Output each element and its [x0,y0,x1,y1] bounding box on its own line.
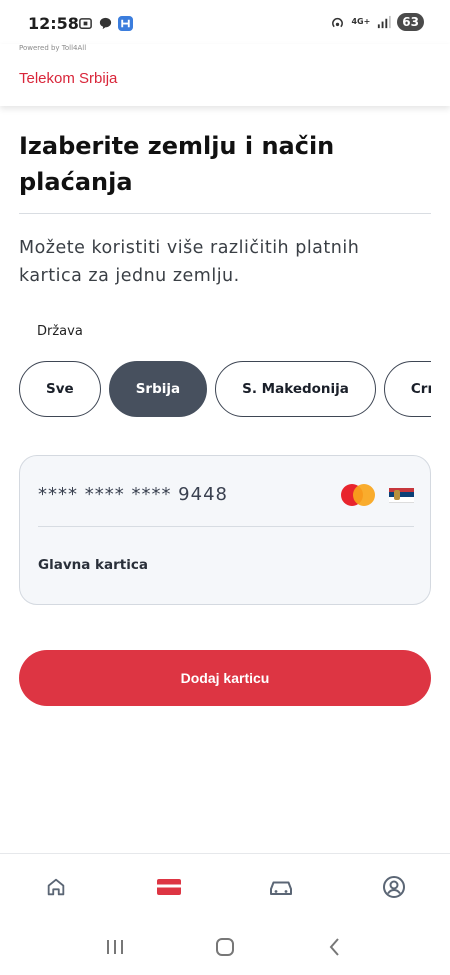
home-square-icon [216,938,234,956]
screenshot-icon [79,18,92,29]
country-label: Država [37,324,83,339]
network-type: 4G+ [351,17,371,26]
card-icon [156,878,181,895]
payment-card[interactable]: **** **** **** 9448 Glavna kartica [19,455,431,605]
nav-cards[interactable] [139,862,199,912]
nav-vehicles[interactable] [251,862,311,912]
recents-icon [107,940,123,954]
country-chips-scroller[interactable]: Sve Srbija S. Makedonija Crna Gora [19,361,431,418]
home-button[interactable] [205,927,245,967]
nav-profile[interactable] [364,862,424,912]
card-label: Glavna kartica [38,557,148,573]
recents-button[interactable] [95,927,135,967]
nav-home[interactable] [26,862,86,912]
serbia-flag-icon [389,487,414,503]
system-nav [0,919,450,975]
card-brands [341,484,414,506]
status-time: 12:58 [28,14,79,33]
hotspot-icon [332,17,344,27]
chip-sve[interactable]: Sve [19,361,101,417]
page-title: Izaberite zemlju i način plaćanja [19,132,335,196]
profile-icon [382,875,405,898]
country-chips: Sve Srbija S. Makedonija Crna Gora [19,361,431,417]
add-card-button[interactable]: Dodaj karticu [19,650,431,706]
car-icon [270,881,293,895]
powered-by-text: Powered by Toll4All [19,44,87,52]
battery-indicator: 63 [397,13,424,31]
title-divider [19,213,431,214]
chat-icon [99,17,112,30]
back-icon [329,938,339,956]
app-header: Powered by Toll4All Telekom Srbija [0,44,450,106]
brand-logo: Telekom Srbija [19,70,118,87]
status-bar: 12:58 4G+ 63 [0,0,450,44]
page-subtitle: Možete koristiti više različitih platnih… [19,238,360,286]
status-right: 4G+ 63 [330,13,424,31]
home-icon [48,878,65,895]
card-divider [38,526,414,527]
signal-icon [378,15,391,28]
bottom-nav [0,853,450,919]
chip-srbija[interactable]: Srbija [108,361,208,417]
mastercard-icon [341,484,375,506]
chip-crna-gora[interactable]: Crna Gora [383,361,431,417]
chip-s-makedonija[interactable]: S. Makedonija [215,361,376,417]
status-left-icons [78,16,133,31]
card-number: **** **** **** 9448 [38,484,228,505]
app-h-icon [118,16,133,31]
back-button[interactable] [315,927,355,967]
